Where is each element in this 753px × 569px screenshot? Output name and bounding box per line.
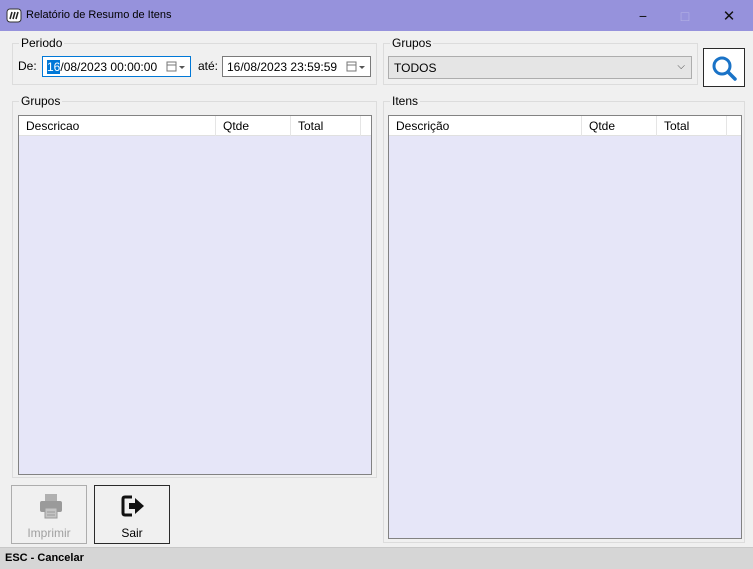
periodo-groupbox: Periodo De: 16/08/2023 00:00:00 até: 16/… (12, 36, 377, 85)
close-button[interactable]: ✕ (708, 0, 750, 31)
form-client-area: Periodo De: 16/08/2023 00:00:00 até: 16/… (0, 31, 753, 547)
title-bar: Relatório de Resumo de Itens − □ ✕ (0, 0, 753, 31)
grupos-list-groupbox: Grupos Descricao Qtde Total (12, 94, 377, 478)
date-to-picker[interactable]: 16/08/2023 23:59:59 (222, 56, 371, 77)
calendar-icon[interactable] (166, 61, 186, 73)
grupos-select-value: TODOS (394, 61, 437, 75)
magnifier-icon (712, 56, 737, 81)
grupos-select[interactable]: TODOS ⌵ (388, 56, 692, 79)
itens-listview[interactable]: Descrição Qtde Total (388, 115, 742, 539)
calendar-icon[interactable] (346, 61, 366, 73)
minimize-button[interactable]: − (622, 0, 664, 31)
column-header-total[interactable]: Total (657, 116, 727, 136)
itens-list-legend: Itens (390, 94, 421, 108)
grupos-list-header: Descricao Qtde Total (19, 116, 371, 136)
search-button[interactable] (703, 48, 745, 87)
exit-button[interactable]: Sair (94, 485, 170, 544)
printer-icon (40, 494, 62, 519)
exit-arrow-icon (121, 495, 144, 517)
print-button[interactable]: Imprimir (11, 485, 87, 544)
date-from-rest: /08/2023 00:00:00 (60, 60, 158, 74)
date-to-value: 16/08/2023 23:59:59 (227, 60, 338, 74)
column-header-qtde[interactable]: Qtde (216, 116, 291, 136)
grupos-filter-legend: Grupos (390, 36, 434, 50)
status-bar: ESC - Cancelar (0, 547, 753, 569)
column-header-total[interactable]: Total (291, 116, 361, 136)
column-header-qtde[interactable]: Qtde (582, 116, 657, 136)
date-from-day-selected[interactable]: 16 (47, 60, 61, 74)
periodo-legend: Periodo (19, 36, 65, 50)
ate-label: até: (198, 59, 219, 73)
exit-button-label: Sair (121, 526, 143, 540)
column-header-descricao[interactable]: Descrição (389, 116, 582, 136)
print-button-label: Imprimir (27, 526, 71, 540)
de-label: De: (18, 59, 37, 73)
grupos-listview[interactable]: Descricao Qtde Total (18, 115, 372, 475)
itens-list-header: Descrição Qtde Total (389, 116, 741, 136)
itens-list-groupbox: Itens Descrição Qtde Total (383, 94, 745, 543)
app-logo-icon (6, 8, 22, 23)
grupos-list-legend: Grupos (19, 94, 63, 108)
chevron-down-icon[interactable]: ⌵ (677, 61, 685, 72)
date-from-picker[interactable]: 16/08/2023 00:00:00 (42, 56, 191, 77)
column-header-descricao[interactable]: Descricao (19, 116, 216, 136)
status-text: ESC - Cancelar (5, 552, 84, 564)
window-title: Relatório de Resumo de Itens (26, 9, 172, 21)
grupos-filter-groupbox: Grupos TODOS ⌵ (383, 36, 698, 85)
maximize-button[interactable]: □ (664, 0, 706, 31)
